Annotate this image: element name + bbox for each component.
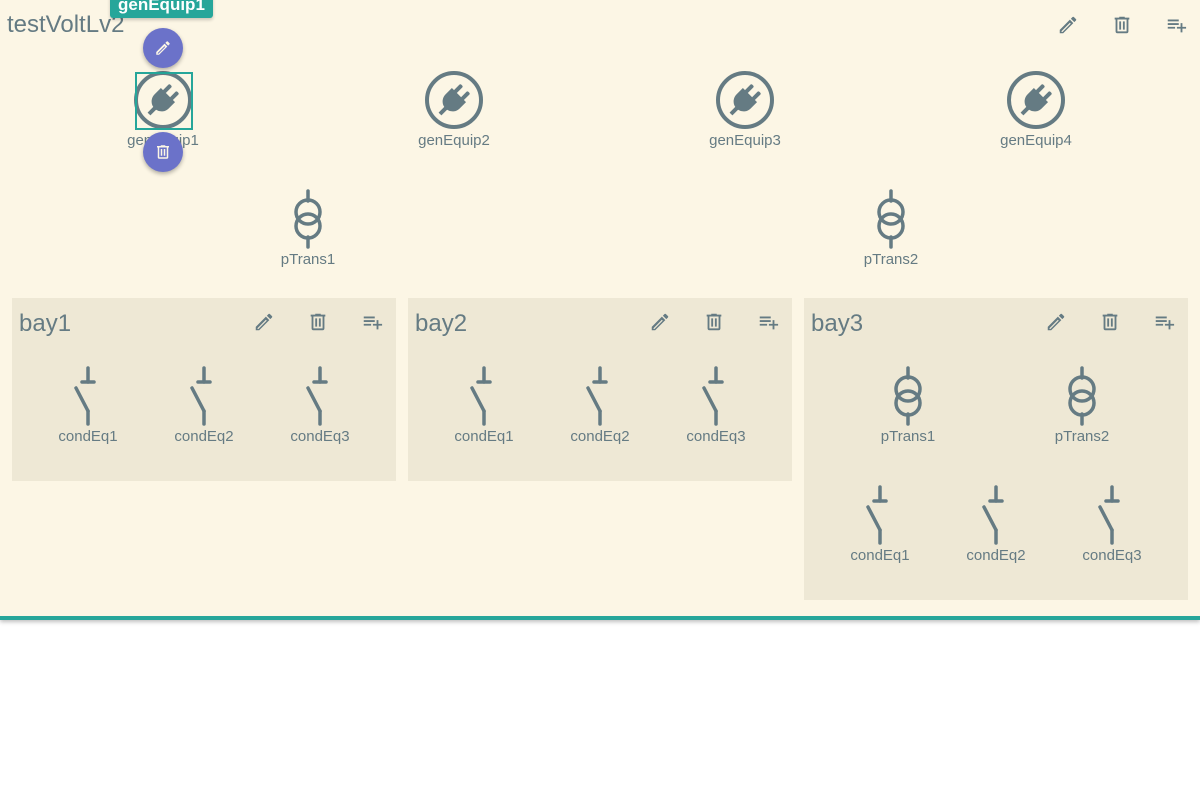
pencil-icon: [649, 311, 671, 333]
bay-title: bay2: [415, 310, 468, 337]
add-to-bay-button[interactable]: [1150, 308, 1178, 336]
switch-icon: [300, 366, 340, 426]
conducting-equipment[interactable]: condEq1: [825, 485, 935, 564]
playlist-plus-icon: [757, 311, 779, 333]
generator-item[interactable]: genEquip2: [399, 70, 509, 149]
voltage-level-panel: testVoltLv2 genEquip1 genEquip2 genEquip…: [0, 0, 1200, 620]
bay-title: bay3: [811, 310, 864, 337]
bay-panel: bay1 condEq1 condEq2 condEq3: [12, 298, 396, 481]
switch-icon: [1092, 485, 1132, 545]
equipment-label: pTrans1: [880, 428, 936, 445]
equipment-label: condEq1: [850, 547, 910, 564]
generator-item[interactable]: genEquip4: [981, 70, 1091, 149]
equipment-label: genEquip4: [1000, 132, 1072, 149]
delete-bay-button[interactable]: [304, 308, 332, 336]
switch-icon: [68, 366, 108, 426]
conducting-equipment[interactable]: condEq1: [33, 366, 143, 445]
switch-icon: [976, 485, 1016, 545]
switch-icon: [184, 366, 224, 426]
switch-icon: [860, 485, 900, 545]
trash-icon: [703, 311, 725, 333]
add-to-bay-button[interactable]: [358, 308, 386, 336]
pencil-icon: [154, 39, 172, 57]
bay-title: bay1: [19, 310, 72, 337]
edit-bay-button[interactable]: [646, 308, 674, 336]
transformer-icon: [288, 189, 328, 249]
plug-icon: [715, 70, 775, 130]
equipment-label: genEquip3: [709, 132, 781, 149]
trash-icon: [1111, 14, 1133, 36]
transformer-icon: [888, 366, 928, 426]
playlist-plus-icon: [361, 311, 383, 333]
pencil-icon: [253, 311, 275, 333]
conducting-equipment[interactable]: condEq2: [941, 485, 1051, 564]
playlist-plus-icon: [1153, 311, 1175, 333]
transformer-item[interactable]: pTrans1: [853, 366, 963, 445]
edit-voltage-level-button[interactable]: [1054, 11, 1082, 39]
equipment-label: condEq2: [966, 547, 1026, 564]
playlist-plus-icon: [1165, 14, 1187, 36]
bay-panel: bay3 pTrans1 pTrans2 condEq1 condEq2 con…: [804, 298, 1188, 600]
equipment-label: condEq3: [686, 428, 746, 445]
plug-icon: [1006, 70, 1066, 130]
edit-bay-button[interactable]: [250, 308, 278, 336]
equipment-label: genEquip2: [418, 132, 490, 149]
trash-icon: [1099, 311, 1121, 333]
equipment-label: condEq1: [58, 428, 118, 445]
delete-bay-button[interactable]: [700, 308, 728, 336]
transformer-item[interactable]: pTrans2: [836, 189, 946, 268]
delete-bay-button[interactable]: [1096, 308, 1124, 336]
selection-tooltip: genEquip1: [110, 0, 213, 18]
equipment-label: pTrans2: [1054, 428, 1110, 445]
plug-icon: [424, 70, 484, 130]
trash-icon: [154, 143, 172, 161]
switch-icon: [464, 366, 504, 426]
edit-bay-button[interactable]: [1042, 308, 1070, 336]
conducting-equipment[interactable]: condEq2: [545, 366, 655, 445]
equipment-label: pTrans1: [280, 251, 336, 268]
delete-equipment-button[interactable]: [143, 132, 183, 172]
conducting-equipment[interactable]: condEq3: [661, 366, 771, 445]
equipment-label: condEq2: [570, 428, 630, 445]
equipment-label: condEq1: [454, 428, 514, 445]
delete-voltage-level-button[interactable]: [1108, 11, 1136, 39]
bay-panel: bay2 condEq1 condEq2 condEq3: [408, 298, 792, 481]
equipment-label: condEq3: [1082, 547, 1142, 564]
pencil-icon: [1057, 14, 1079, 36]
switch-icon: [696, 366, 736, 426]
selection-outline: [135, 72, 193, 130]
voltage-level-title: testVoltLv2: [7, 11, 125, 38]
conducting-equipment[interactable]: condEq1: [429, 366, 539, 445]
add-to-bay-button[interactable]: [754, 308, 782, 336]
generator-item[interactable]: genEquip3: [690, 70, 800, 149]
conducting-equipment[interactable]: condEq2: [149, 366, 259, 445]
transformer-item[interactable]: pTrans2: [1027, 366, 1137, 445]
transformer-icon: [1062, 366, 1102, 426]
switch-icon: [580, 366, 620, 426]
conducting-equipment[interactable]: condEq3: [265, 366, 375, 445]
equipment-label: pTrans2: [863, 251, 919, 268]
add-to-voltage-level-button[interactable]: [1162, 11, 1190, 39]
transformer-icon: [871, 189, 911, 249]
transformer-item[interactable]: pTrans1: [253, 189, 363, 268]
trash-icon: [307, 311, 329, 333]
edit-equipment-button[interactable]: [143, 28, 183, 68]
equipment-label: condEq3: [290, 428, 350, 445]
equipment-label: condEq2: [174, 428, 234, 445]
pencil-icon: [1045, 311, 1067, 333]
conducting-equipment[interactable]: condEq3: [1057, 485, 1167, 564]
